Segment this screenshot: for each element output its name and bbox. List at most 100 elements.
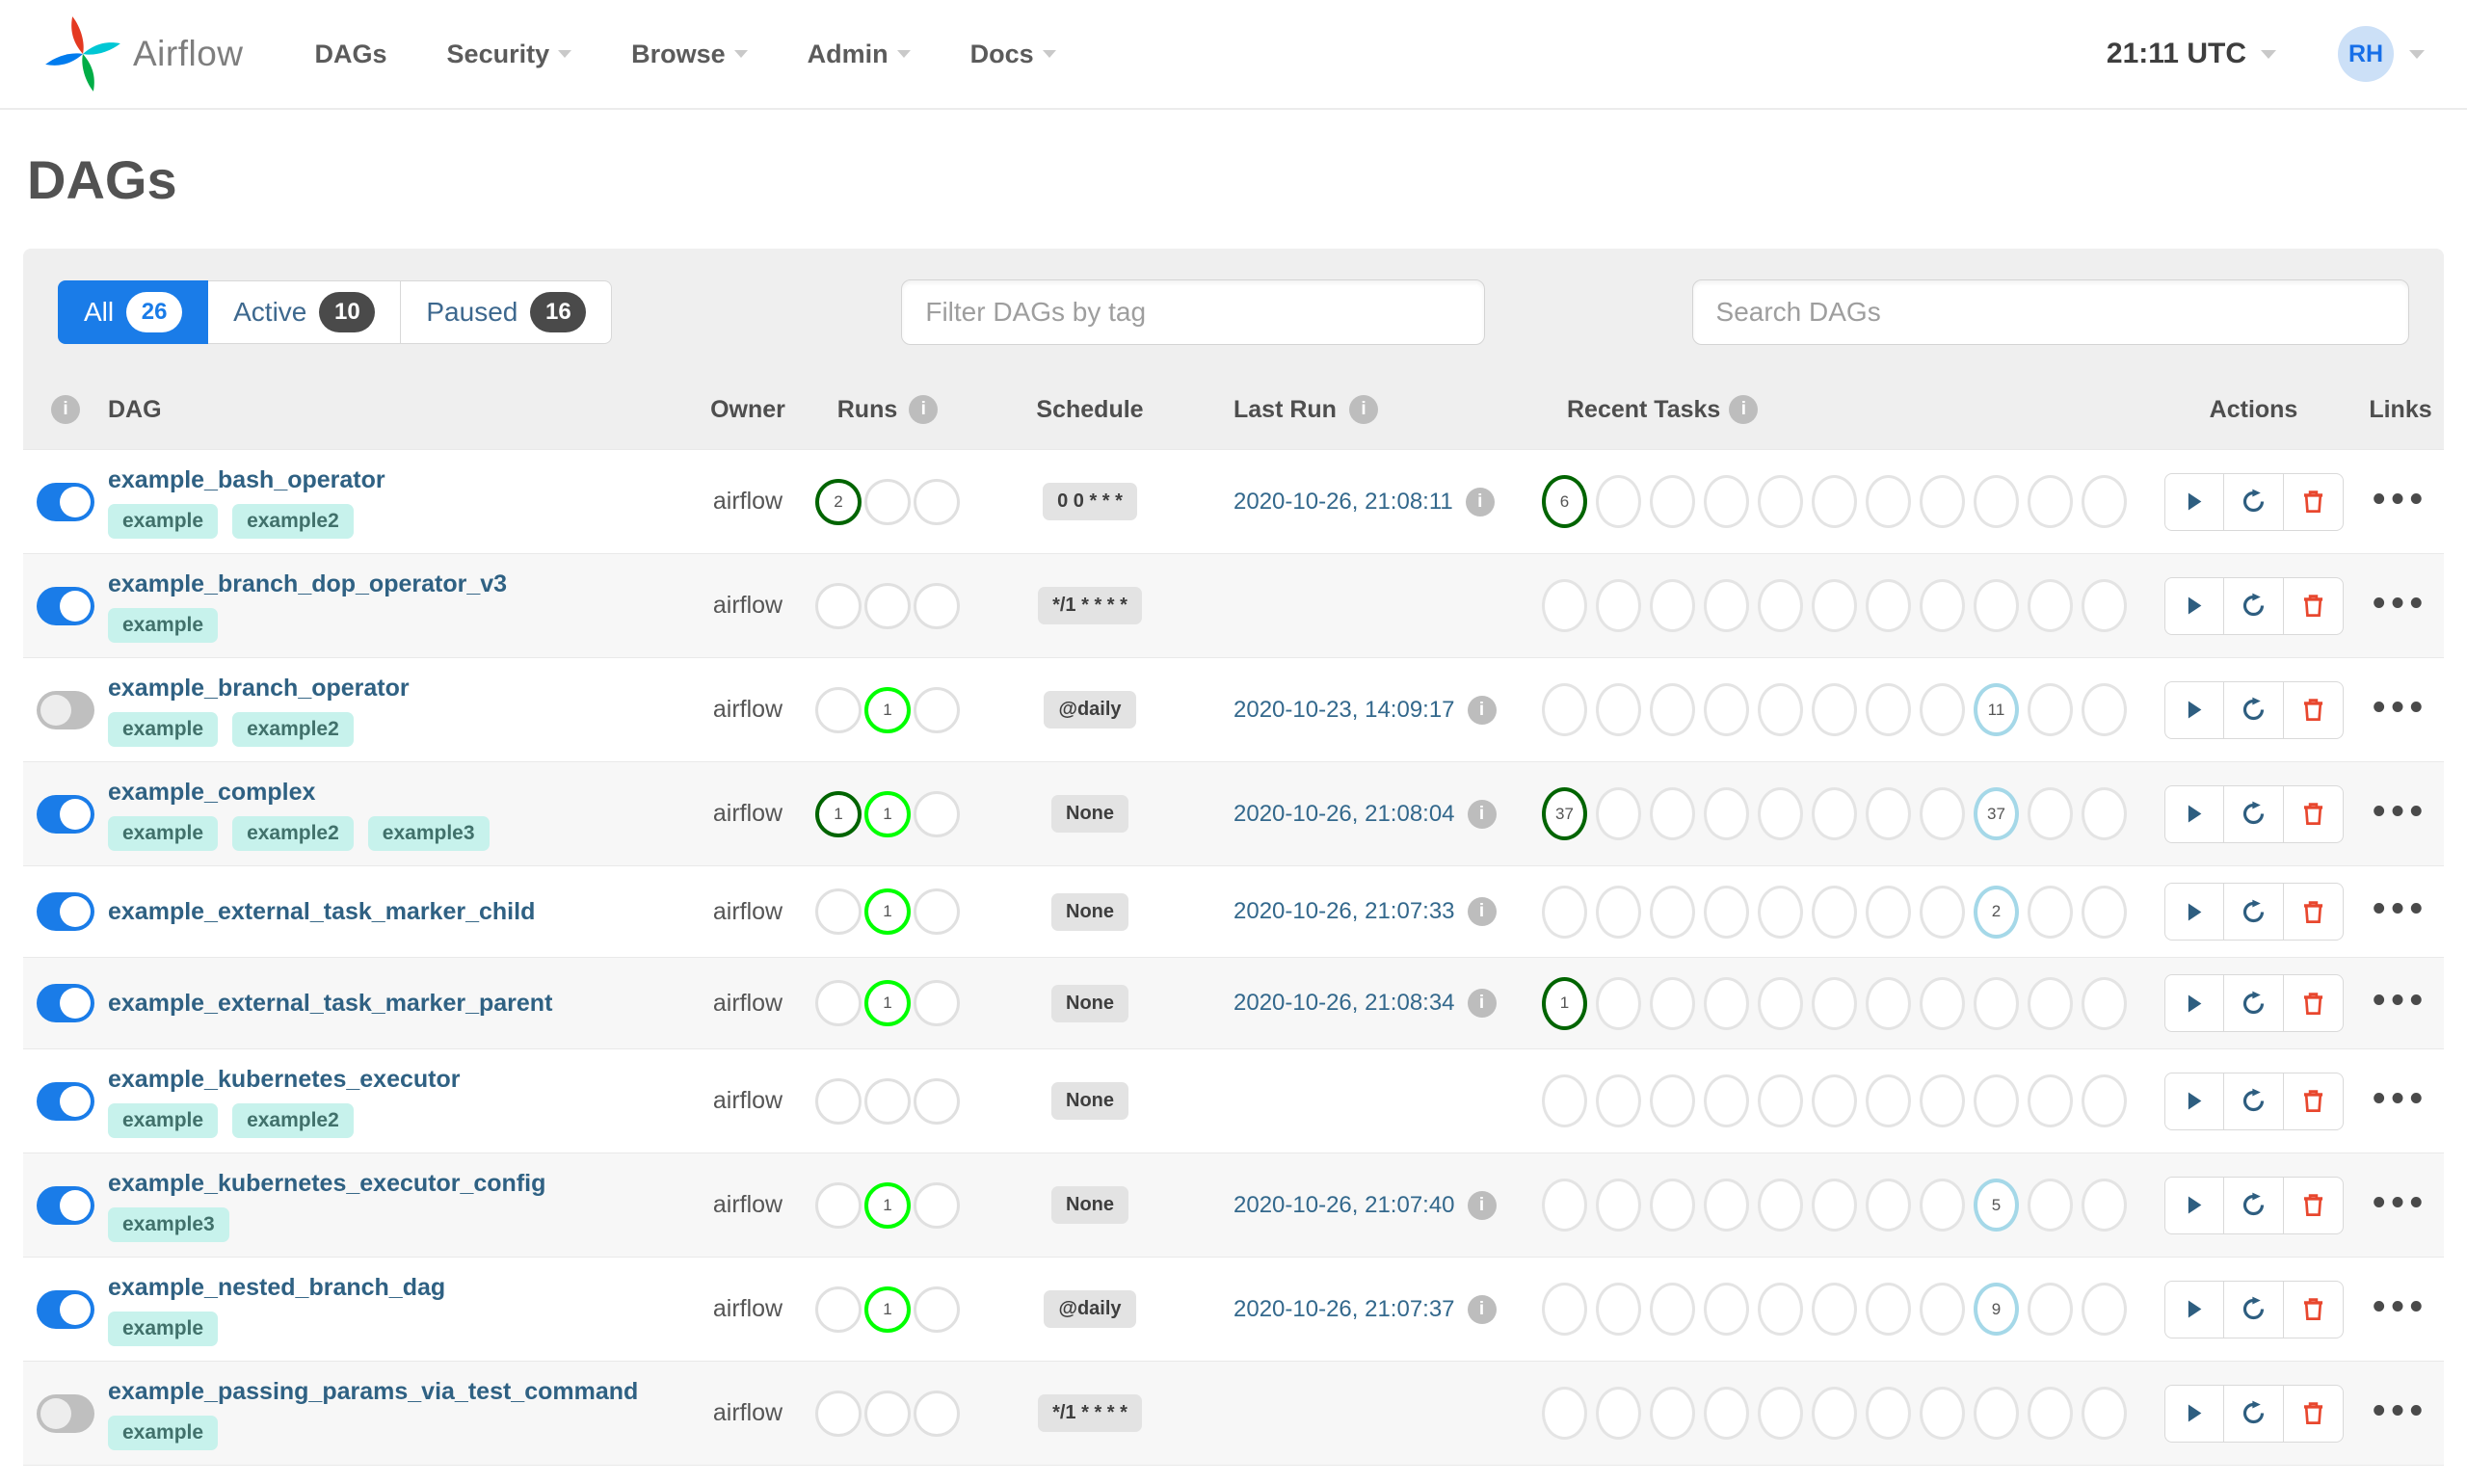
links-menu[interactable]: ••• [2373,1297,2428,1322]
recent-task-circle[interactable] [1974,1074,2019,1127]
recent-task-circle[interactable] [1866,475,1911,528]
recent-task-circle[interactable] [1650,1283,1695,1336]
delete-dag-button[interactable] [2283,1072,2344,1130]
run-circle-running[interactable]: 1 [864,686,911,733]
recent-task-circle[interactable] [2082,885,2127,939]
dag-pause-toggle[interactable] [37,1081,94,1121]
run-circle-failed[interactable] [914,790,960,837]
dag-pause-toggle[interactable] [37,586,94,625]
recent-task-circle[interactable] [2082,1179,2127,1232]
run-circle-failed[interactable] [914,1181,960,1229]
dag-tag[interactable]: example [108,503,219,539]
recent-task-circle[interactable] [1650,1074,1695,1127]
recent-task-circle[interactable] [1866,1179,1911,1232]
recent-task-circle[interactable] [1704,683,1749,736]
recent-task-circle[interactable] [1812,1387,1857,1440]
trigger-dag-button[interactable] [2163,883,2224,941]
recent-task-circle[interactable] [1866,1074,1911,1127]
last-run-link[interactable]: 2020-10-26, 21:07:40 [1234,1192,1455,1219]
recent-task-circle[interactable] [1758,1179,1803,1232]
dag-link[interactable]: example_kubernetes_executor_config [108,1169,690,1198]
dag-tag[interactable]: example2 [232,815,354,851]
links-menu[interactable]: ••• [2373,490,2428,515]
recent-task-circle[interactable] [1596,683,1641,736]
dag-tag[interactable]: example [108,815,219,851]
last-run-link[interactable]: 2020-10-26, 21:08:11 [1234,489,1453,516]
menu-item-browse[interactable]: Browse [631,40,748,69]
refresh-dag-button[interactable] [2223,784,2284,843]
recent-task-circle[interactable] [1974,475,2019,528]
recent-task-circle[interactable] [2082,579,2127,632]
run-circle-success[interactable] [815,1077,862,1125]
run-circle-success[interactable] [815,980,862,1026]
recent-task-circle[interactable] [1866,1283,1911,1336]
run-circle-success[interactable] [815,1390,862,1437]
recent-task-circle[interactable] [2028,885,2073,939]
recent-task-circle[interactable] [1704,885,1749,939]
dag-link[interactable]: example_branch_operator [108,674,690,702]
recent-task-circle[interactable] [2082,683,2127,736]
run-circle-running[interactable]: 1 [864,980,911,1026]
user-menu[interactable]: RH [2338,26,2425,82]
recent-task-circle[interactable] [1758,885,1803,939]
delete-dag-button[interactable] [2283,1384,2344,1443]
recent-task-circle[interactable] [1920,683,1965,736]
recent-task-circle[interactable] [2028,1387,2073,1440]
recent-task-circle[interactable] [1920,885,1965,939]
dag-tag[interactable]: example2 [232,503,354,539]
timezone-dropdown[interactable]: 21:11 UTC [2107,38,2276,70]
recent-task-circle[interactable] [2028,976,2073,1030]
recent-task-circle[interactable] [1542,1387,1587,1440]
search-input[interactable] [1691,279,2409,345]
recent-task-circle[interactable] [1596,787,1641,840]
delete-dag-button[interactable] [2283,974,2344,1032]
run-circle-running[interactable]: 1 [864,790,911,837]
dag-tag[interactable]: example [108,711,219,747]
recent-task-circle[interactable] [1650,976,1695,1030]
recent-task-circle[interactable] [2082,976,2127,1030]
recent-task-circle[interactable] [2028,1074,2073,1127]
recent-task-circle[interactable] [1866,787,1911,840]
menu-item-security[interactable]: Security [447,40,572,69]
recent-task-circle[interactable] [1758,1074,1803,1127]
recent-task-circle[interactable] [1650,475,1695,528]
dag-pause-toggle[interactable] [37,892,94,931]
recent-task-circle[interactable] [1758,683,1803,736]
links-menu[interactable]: ••• [2373,698,2428,723]
dag-pause-toggle[interactable] [37,984,94,1022]
dag-pause-toggle[interactable] [37,482,94,521]
recent-task-circle[interactable] [1812,683,1857,736]
dag-pause-toggle[interactable] [37,1185,94,1225]
recent-task-circle[interactable] [1812,787,1857,840]
dag-link[interactable]: example_complex [108,778,690,807]
recent-task-circle[interactable] [1596,1283,1641,1336]
dag-link[interactable]: example_passing_params_via_test_command [108,1377,690,1406]
recent-task-circle[interactable] [1974,976,2019,1030]
dag-link[interactable]: example_kubernetes_executor [108,1065,690,1094]
recent-task-circle[interactable] [2028,1179,2073,1232]
recent-task-circle[interactable]: 11 [1974,683,2019,736]
recent-task-circle[interactable] [1650,1179,1695,1232]
recent-task-circle[interactable] [1542,885,1587,939]
recent-task-circle[interactable] [1974,579,2019,632]
run-circle-running[interactable] [864,1390,911,1437]
recent-task-circle[interactable] [1596,579,1641,632]
recent-task-circle[interactable] [1866,579,1911,632]
tab-paused[interactable]: Paused 16 [401,280,613,344]
refresh-dag-button[interactable] [2223,1072,2284,1130]
refresh-dag-button[interactable] [2223,883,2284,941]
links-menu[interactable]: ••• [2373,1193,2428,1218]
recent-task-circle[interactable] [1758,1283,1803,1336]
run-circle-running[interactable]: 1 [864,888,911,935]
recent-task-circle[interactable] [1758,579,1803,632]
recent-task-circle[interactable] [1650,579,1695,632]
recent-task-circle[interactable] [2082,1283,2127,1336]
recent-task-circle[interactable] [1920,579,1965,632]
dag-pause-toggle[interactable] [37,794,94,834]
recent-task-circle[interactable] [1920,976,1965,1030]
recent-task-circle[interactable] [1812,976,1857,1030]
last-run-link[interactable]: 2020-10-23, 14:09:17 [1234,697,1455,724]
recent-task-circle[interactable] [1704,579,1749,632]
recent-task-circle[interactable]: 9 [1974,1283,2019,1336]
refresh-dag-button[interactable] [2223,974,2284,1032]
